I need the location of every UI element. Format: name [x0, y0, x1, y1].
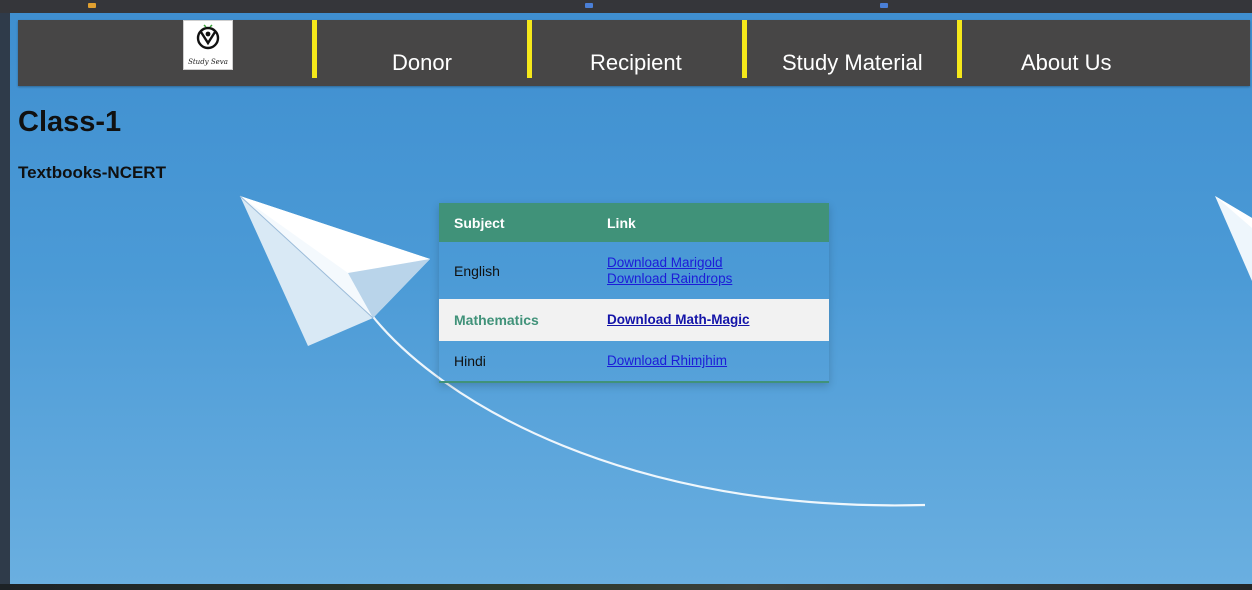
link-cell: Download Marigold Download Raindrops [592, 242, 829, 299]
browser-tab-strip [0, 0, 1252, 13]
page-title: Class-1 [18, 106, 122, 138]
nav-separator [957, 20, 962, 78]
main-navbar: Study Seva Donor Recipient Study Materia… [18, 20, 1250, 86]
column-header-link: Link [592, 203, 829, 242]
tab-favicon-icon [880, 3, 888, 8]
page-subtitle: Textbooks-NCERT [18, 163, 166, 182]
study-seva-logo[interactable]: Study Seva [183, 20, 233, 70]
subject-cell: Hindi [439, 341, 592, 383]
link-cell: Download Math-Magic [592, 299, 829, 341]
taskbar-strip [0, 584, 1252, 590]
window-edge [0, 13, 10, 584]
paper-plane-icon [1215, 196, 1252, 281]
paper-plane-icon [239, 195, 430, 346]
table-row: Hindi Download Rhimjhim [439, 341, 829, 383]
column-header-subject: Subject [439, 203, 592, 242]
study-seva-logo-icon [196, 24, 220, 50]
page-content: Study Seva Donor Recipient Study Materia… [10, 13, 1252, 584]
nav-item-about-us[interactable]: About Us [1021, 50, 1112, 76]
table-header-row: Subject Link [439, 203, 829, 242]
tab-favicon-icon [88, 3, 96, 8]
table-row: Mathematics Download Math-Magic [439, 299, 829, 341]
download-raindrops-link[interactable]: Download Raindrops [607, 271, 829, 287]
nav-separator [312, 20, 317, 78]
download-marigold-link[interactable]: Download Marigold [607, 255, 829, 271]
subject-cell: Mathematics [439, 299, 592, 341]
nav-separator [527, 20, 532, 78]
logo-text: Study Seva [188, 58, 228, 66]
table-row: English Download Marigold Download Raind… [439, 242, 829, 299]
download-rhimjhim-link[interactable]: Download Rhimjhim [607, 353, 829, 369]
nav-separator [742, 20, 747, 78]
nav-item-donor[interactable]: Donor [392, 50, 452, 76]
link-cell: Download Rhimjhim [592, 341, 829, 383]
nav-item-recipient[interactable]: Recipient [590, 50, 682, 76]
subject-cell: English [454, 262, 500, 279]
textbook-table: Subject Link English Download Marigold D… [439, 203, 829, 383]
nav-item-study-material[interactable]: Study Material [782, 50, 923, 76]
tab-favicon-icon [585, 3, 593, 8]
download-math-magic-link[interactable]: Download Math-Magic [607, 312, 829, 328]
